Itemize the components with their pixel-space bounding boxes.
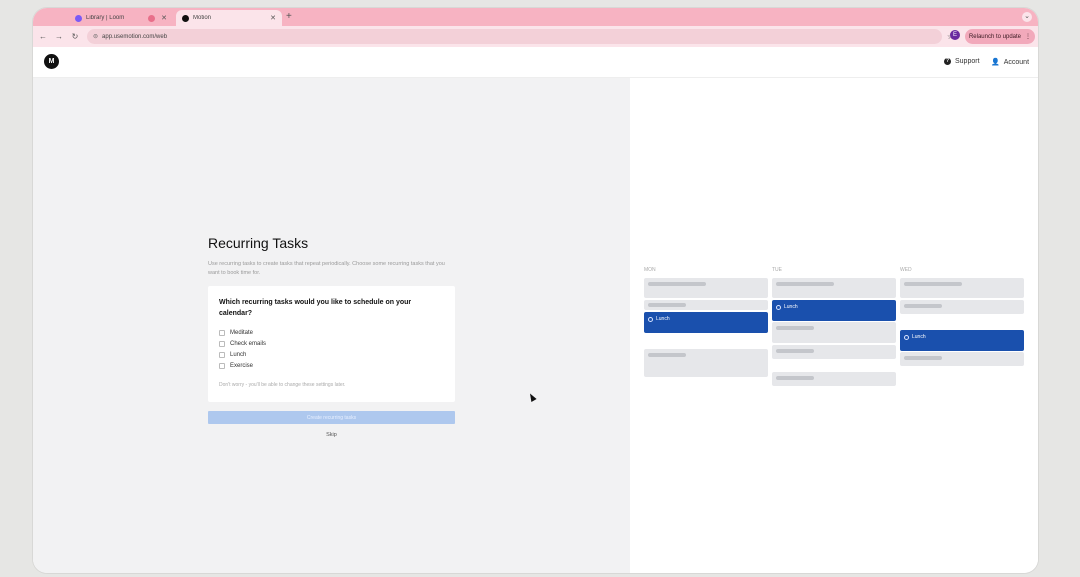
placeholder-block [772, 322, 896, 343]
relaunch-button[interactable]: Relaunch to update ⋮ [965, 29, 1035, 44]
close-tab-icon[interactable]: ✕ [270, 14, 276, 22]
placeholder-block [772, 278, 896, 298]
loom-favicon-icon [75, 14, 82, 22]
calendar-column-mon: MON Lunch [644, 267, 768, 377]
placeholder-block [900, 300, 1024, 314]
account-label: Account [1003, 58, 1030, 66]
tab-strip: Library | Loom ✕ Motion ✕ + ⌄ [33, 8, 1038, 26]
skip-link[interactable]: Skip [208, 432, 455, 438]
tab-search-chevron-icon[interactable]: ⌄ [1022, 12, 1032, 22]
checkbox[interactable] [219, 363, 225, 369]
create-recurring-tasks-button[interactable]: Create recurring tasks [208, 411, 455, 424]
address-bar[interactable]: ⊜ app.usemotion.com/web ☆ [87, 29, 954, 44]
day-label: MON [644, 267, 656, 273]
relaunch-label: Relaunch to update [968, 33, 1022, 40]
day-label: WED [900, 267, 912, 273]
audio-indicator-icon [148, 14, 156, 22]
forward-arrow-icon[interactable]: → [51, 32, 67, 41]
calendar-event[interactable]: Lunch [900, 330, 1024, 351]
calendar-column-tue: TUE Lunch [772, 267, 896, 386]
tab-title: Motion [193, 15, 212, 21]
motion-favicon-icon [182, 14, 189, 22]
calendar-preview: MON Lunch TUE Lunch WED Lunch [630, 78, 1038, 573]
calendar-event[interactable]: Lunch [772, 300, 896, 321]
option-meditate[interactable]: Meditate [219, 330, 253, 336]
option-exercise[interactable]: Exercise [219, 363, 253, 369]
day-label: TUE [772, 267, 782, 273]
calendar-event[interactable]: Lunch [644, 312, 768, 333]
account-link[interactable]: 👤 Account [991, 58, 1030, 67]
back-arrow-icon[interactable]: ← [35, 32, 51, 41]
settings-note: Don't worry - you'll be able to change t… [219, 382, 346, 388]
placeholder-block [900, 352, 1024, 366]
event-clock-icon [648, 317, 653, 322]
placeholder-block [644, 349, 768, 377]
event-label: Lunch [656, 316, 670, 322]
option-label: Exercise [230, 363, 254, 369]
event-label: Lunch [784, 304, 798, 310]
option-check-emails[interactable]: Check emails [219, 341, 266, 347]
checkbox[interactable] [219, 341, 225, 347]
question-icon: ? [944, 58, 951, 65]
checkbox[interactable] [219, 352, 225, 358]
onboarding-panel: Recurring Tasks Use recurring tasks to c… [33, 78, 630, 573]
page-title: Recurring Tasks [208, 235, 309, 251]
event-clock-icon [904, 335, 909, 340]
option-lunch[interactable]: Lunch [219, 352, 246, 358]
more-menu-icon[interactable]: ⋮ [1025, 33, 1031, 40]
motion-logo[interactable]: M [44, 54, 59, 69]
placeholder-block [644, 300, 768, 310]
browser-toolbar: ← → ↻ ⊜ app.usemotion.com/web ☆ E Relaun… [33, 26, 1038, 47]
recurring-tasks-card: Which recurring tasks would you like to … [208, 286, 455, 402]
mouse-cursor-icon [527, 392, 537, 402]
event-clock-icon [776, 305, 781, 310]
option-label: Check emails [230, 341, 267, 347]
checkbox[interactable] [219, 330, 225, 336]
app-header: M ? Support 👤 Account [33, 47, 1038, 78]
close-tab-icon[interactable]: ✕ [161, 14, 167, 22]
person-icon: 👤 [991, 59, 1000, 66]
placeholder-block [900, 278, 1024, 298]
support-label: Support [955, 58, 980, 65]
option-label: Lunch [230, 352, 247, 358]
question-text: Which recurring tasks would you like to … [219, 299, 412, 317]
page-description: Use recurring tasks to create tasks that… [208, 261, 445, 276]
placeholder-block [772, 372, 896, 386]
calendar-column-wed: WED Lunch [900, 267, 1024, 366]
tab-title: Library | Loom [86, 15, 125, 21]
reload-icon[interactable]: ↻ [67, 32, 83, 41]
browser-window: Library | Loom ✕ Motion ✕ + ⌄ ← → ↻ ⊜ ap… [33, 8, 1038, 573]
event-label: Lunch [912, 334, 926, 340]
support-link[interactable]: ? Support [944, 58, 980, 65]
url-text: app.usemotion.com/web [102, 33, 168, 40]
tab-motion[interactable]: Motion ✕ [176, 10, 282, 26]
placeholder-block [772, 345, 896, 359]
placeholder-block [644, 278, 768, 298]
site-info-icon[interactable]: ⊜ [93, 33, 98, 40]
tab-library-loom[interactable]: Library | Loom ✕ [69, 10, 173, 26]
option-label: Meditate [230, 330, 254, 336]
profile-avatar[interactable]: E [950, 30, 960, 40]
new-tab-button[interactable]: + [286, 11, 292, 22]
